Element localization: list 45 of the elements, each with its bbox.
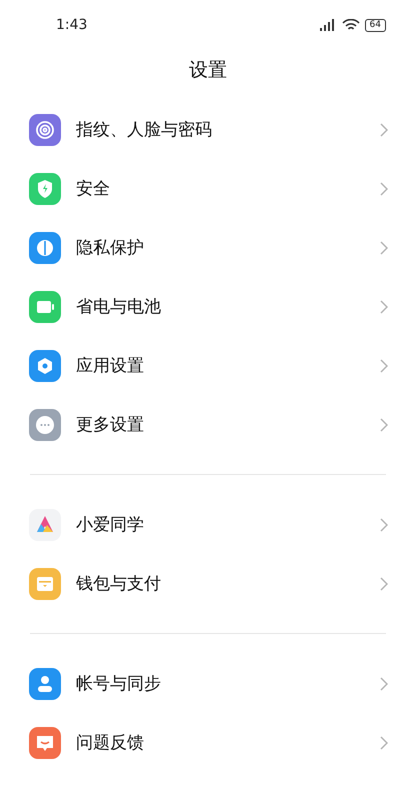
settings-label: 省电与电池 bbox=[76, 296, 162, 318]
setting-icon bbox=[29, 350, 61, 382]
setting-icon bbox=[29, 172, 61, 204]
settings-label: 应用设置 bbox=[76, 355, 145, 377]
chevron-icon bbox=[380, 736, 388, 750]
setting-icon bbox=[29, 568, 61, 600]
settings-row[interactable]: 帐号与同步 bbox=[0, 654, 416, 713]
settings-row[interactable]: 指纹、人脸与密码 bbox=[0, 100, 416, 159]
chevron-icon bbox=[380, 576, 388, 590]
settings-row[interactable]: 安全 bbox=[0, 159, 416, 218]
settings-row[interactable]: 应用设置 bbox=[0, 336, 416, 395]
settings-row[interactable]: 隐私保护 bbox=[0, 218, 416, 277]
chevron-icon bbox=[380, 122, 388, 136]
settings-label: 钱包与支付 bbox=[76, 573, 162, 595]
settings-row[interactable]: 问题反馈 bbox=[0, 713, 416, 772]
page-title: 设置 bbox=[189, 58, 227, 83]
status-time: 1:43 bbox=[56, 17, 88, 33]
settings-row[interactable]: 小爱同学 bbox=[0, 495, 416, 554]
settings-row[interactable]: 钱包与支付 bbox=[0, 554, 416, 613]
chevron-icon bbox=[380, 676, 388, 690]
settings-label: 安全 bbox=[76, 178, 111, 200]
chevron-icon bbox=[380, 240, 388, 254]
settings-label: 隐私保护 bbox=[76, 237, 145, 259]
setting-icon bbox=[29, 290, 61, 322]
chevron-icon bbox=[380, 358, 388, 372]
setting-icon bbox=[29, 232, 61, 264]
setting-icon bbox=[29, 668, 61, 700]
settings-label: 问题反馈 bbox=[76, 732, 145, 754]
battery-level: 64 bbox=[364, 18, 386, 32]
settings-row[interactable]: 更多设置 bbox=[0, 395, 416, 454]
chevron-icon bbox=[380, 300, 388, 314]
settings-label: 指纹、人脸与密码 bbox=[76, 119, 213, 141]
wifi-icon bbox=[342, 18, 360, 32]
settings-label: 帐号与同步 bbox=[76, 673, 162, 695]
settings-row[interactable]: 省电与电池 bbox=[0, 277, 416, 336]
signal-icon bbox=[318, 19, 337, 31]
chevron-icon bbox=[380, 182, 388, 196]
settings-label: 更多设置 bbox=[76, 414, 145, 436]
settings-label: 小爱同学 bbox=[76, 514, 145, 536]
chevron-icon bbox=[380, 518, 388, 532]
setting-icon bbox=[29, 726, 61, 758]
chevron-icon bbox=[380, 418, 388, 432]
setting-icon bbox=[29, 408, 61, 440]
setting-icon bbox=[29, 508, 61, 540]
setting-icon bbox=[29, 114, 61, 146]
